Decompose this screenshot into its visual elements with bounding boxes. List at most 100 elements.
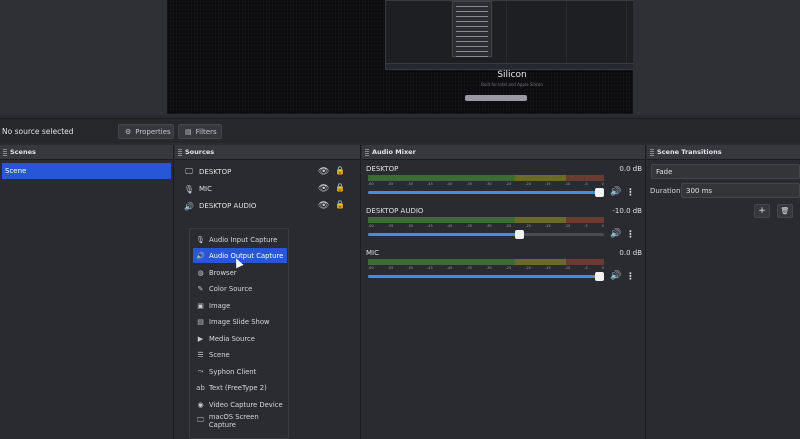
- meter-ticks: -60 -55 -50 -45 -40 -35 -30 -25 -20 -15 -10 -5 0: [368, 266, 604, 272]
- no-source-status: No source selected: [2, 127, 74, 136]
- menu-item-macos-screen-capture[interactable]: 🖵 macOS Screen Capture: [193, 413, 287, 429]
- channel-menu-icon[interactable]: ⋮: [626, 188, 635, 198]
- scenes-dock-title[interactable]: Scenes: [0, 145, 173, 160]
- scene-icon: ☰: [197, 350, 204, 359]
- globe-icon: ◍: [197, 268, 204, 277]
- channel-menu-icon[interactable]: ⋮: [626, 272, 635, 282]
- visibility-eye-icon[interactable]: 👁: [318, 167, 329, 177]
- add-transition-button[interactable]: +: [754, 204, 770, 218]
- meter-tick-label: -55: [387, 224, 394, 228]
- meter-tick-label: -60: [368, 224, 374, 228]
- mute-speaker-icon[interactable]: 🔊: [610, 187, 621, 197]
- menu-item-scene[interactable]: ☰ Scene: [193, 347, 287, 362]
- menu-item-image-slide-show[interactable]: ▤ Image Slide Show: [193, 314, 287, 329]
- audio-mixer-dock-title[interactable]: Audio Mixer: [362, 145, 645, 160]
- captured-context-menu: [452, 1, 492, 57]
- drag-handle-icon[interactable]: [650, 148, 654, 156]
- sources-dock-title[interactable]: Sources: [175, 145, 360, 160]
- remove-transition-button[interactable]: 🗑: [777, 204, 793, 218]
- meter-tick-label: -45: [426, 266, 433, 270]
- meter-tick-label: -30: [485, 224, 492, 228]
- meter-tick-label: -5: [584, 266, 588, 270]
- meter-tick-label: -10: [564, 224, 571, 228]
- meter-tick-label: -10: [564, 266, 571, 270]
- filters-button[interactable]: ▤ Filters: [178, 124, 222, 139]
- meter-tick-label: -45: [426, 224, 433, 228]
- volume-slider-handle[interactable]: [595, 188, 604, 197]
- lock-icon[interactable]: 🔒: [335, 183, 345, 192]
- volume-slider[interactable]: [368, 272, 604, 281]
- menu-item-video-capture-device[interactable]: ◉ Video Capture Device: [193, 397, 287, 412]
- source-item-mic[interactable]: 🎙 MIC 👁 🔒: [183, 181, 353, 197]
- meter-tick-label: -25: [505, 266, 512, 270]
- meter-tick-label: -55: [387, 182, 394, 186]
- meter-tick-label: -15: [544, 224, 551, 228]
- meter-tick-label: -5: [584, 224, 588, 228]
- microphone-icon: 🎙: [183, 184, 195, 194]
- speaker-icon: 🔊: [196, 251, 205, 260]
- meter-tick-label: -40: [446, 182, 453, 186]
- mute-speaker-icon[interactable]: 🔊: [610, 271, 621, 281]
- mixer-channel-db: 0.0 dB: [619, 165, 642, 173]
- mixer-channel-db: 0.0 dB: [619, 249, 642, 257]
- meter-tick-label: -55: [387, 266, 394, 270]
- apple-silicon-subtitle: Built for Intel and Apple Silicon: [481, 82, 543, 87]
- drag-handle-icon[interactable]: [3, 148, 7, 156]
- meter-tick-label: -25: [505, 182, 512, 186]
- volume-slider-handle[interactable]: [514, 230, 524, 239]
- meter-tick-label: -20: [525, 224, 531, 228]
- meter-tick-label: -35: [466, 224, 472, 228]
- volume-slider-handle[interactable]: [595, 272, 604, 281]
- mixer-channel-db: -10.0 dB: [612, 207, 642, 215]
- mixer-channel-name: DESKTOP AUDIO: [366, 207, 424, 215]
- meter-tick-label: -20: [525, 182, 531, 186]
- meter-tick-label: -15: [544, 182, 551, 186]
- volume-meter: [368, 259, 604, 265]
- transition-type-select[interactable]: Fade: [651, 164, 800, 179]
- visibility-eye-icon[interactable]: 👁: [318, 184, 329, 194]
- menu-item-syphon-client[interactable]: ⤳ Syphon Client: [193, 364, 287, 379]
- channel-menu-icon[interactable]: ⋮: [626, 230, 635, 240]
- camera-icon: ◉: [197, 400, 204, 409]
- apple-silicon-title: Silicon: [497, 70, 527, 80]
- menu-item-audio-input-capture[interactable]: 🎙 Audio Input Capture: [193, 232, 287, 247]
- visibility-eye-icon[interactable]: 👁: [318, 201, 329, 211]
- meter-tick-label: -40: [446, 224, 453, 228]
- volume-slider[interactable]: [368, 230, 604, 239]
- program-preview[interactable]: Silicon Built for Intel and Apple Silico…: [167, 0, 633, 114]
- meter-tick-label: -25: [505, 224, 512, 228]
- menu-item-browser[interactable]: ◍ Browser: [193, 265, 287, 280]
- meter-tick-label: 0: [601, 224, 604, 228]
- drag-handle-icon[interactable]: [365, 148, 369, 156]
- drag-handle-icon[interactable]: [178, 148, 182, 156]
- lock-icon[interactable]: 🔒: [335, 166, 345, 175]
- text-icon: ab: [196, 383, 205, 392]
- scenes-dock: Scenes Scene: [0, 145, 174, 439]
- meter-ticks: -60 -55 -50 -45 -40 -35 -30 -25 -20 -15 -10 -5 0: [368, 224, 604, 230]
- scene-list-item[interactable]: Scene: [2, 163, 171, 179]
- duration-input[interactable]: 300 ms: [681, 183, 800, 198]
- scene-transitions-dock-title[interactable]: Scene Transitions: [647, 145, 800, 160]
- mute-speaker-icon[interactable]: 🔊: [610, 229, 621, 239]
- menu-item-media-source[interactable]: ▶ Media Source: [193, 331, 287, 346]
- lock-icon[interactable]: 🔒: [335, 200, 345, 209]
- scene-transitions-dock: Scene Transitions Fade Duration 300 ms +…: [647, 145, 800, 439]
- audio-mixer-dock: Audio Mixer DESKTOP 0.0 dB -60 -55 -50 -45 -40…: [362, 145, 646, 439]
- volume-slider-fill: [368, 233, 524, 236]
- meter-tick-label: -30: [485, 182, 492, 186]
- microphone-icon: 🎙: [196, 235, 205, 244]
- source-item-desktop[interactable]: 🖵 DESKTOP 👁 🔒: [183, 164, 353, 180]
- captured-status-bar: [386, 63, 633, 69]
- captured-footer-text: [475, 108, 535, 114]
- menu-item-text-freetype[interactable]: ab Text (FreeType 2): [193, 380, 287, 395]
- properties-button[interactable]: ⚙ Properties: [118, 124, 174, 139]
- source-item-desktop-audio[interactable]: 🔊 DESKTOP AUDIO 👁 🔒: [183, 198, 353, 214]
- menu-item-image[interactable]: ▣ Image: [193, 298, 287, 313]
- volume-slider[interactable]: [368, 188, 604, 197]
- duration-label: Duration: [650, 187, 681, 195]
- meter-tick-label: -30: [485, 266, 492, 270]
- play-icon: ▶: [197, 334, 204, 343]
- menu-item-color-source[interactable]: ✎ Color Source: [193, 281, 287, 296]
- meter-tick-label: -35: [466, 266, 472, 270]
- meter-tick-label: -60: [368, 266, 374, 270]
